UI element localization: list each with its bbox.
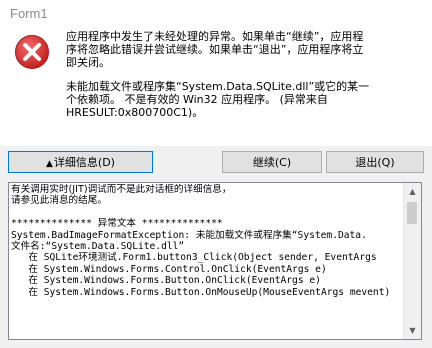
scroll-down-arrow-icon[interactable]: ▼ xyxy=(404,322,421,339)
message-line: 个依赖项。 不是有效的 Win32 应用程序。 (异常来自 xyxy=(66,93,328,106)
details-line: 在 System.Windows.Forms.Button.OnMouseUp(… xyxy=(11,286,391,298)
error-dialog-window: Form1 应用程序中发生了未经处理的异常。如果单击“继续”，应用程 序将忽略此… xyxy=(0,0,432,348)
details-line: 在 SQLite环境测试.Form1.button3_Click(Object … xyxy=(11,252,377,264)
error-icon xyxy=(15,35,49,69)
up-triangle-icon: ▲ xyxy=(46,159,53,169)
message-line: HRESULT:0x800700C1)。 xyxy=(66,106,204,119)
details-line: System.BadImageFormatException: 未能加载文件或程… xyxy=(11,229,367,241)
details-line: 在 System.Windows.Forms.Button.OnClick(Ev… xyxy=(11,275,321,287)
error-message-intro: 应用程序中发生了未经处理的异常。如果单击“继续”，应用程 序将忽略此错误并尝试继… xyxy=(66,30,363,69)
details-text[interactable]: 有关调用实时(JIT)调试而不是此对话框的详细信息， 请参见此消息的结尾。 **… xyxy=(11,184,403,339)
continue-button-label: 继续(C) xyxy=(252,156,292,169)
details-button-label: 详细信息(D) xyxy=(53,156,115,169)
details-line: ************** 异常文本 ************** xyxy=(11,218,223,230)
error-message-detail: 未能加载文件或程序集“System.Data.SQLite.dll”或它的某一 … xyxy=(66,80,369,119)
details-line: 请参见此消息的结尾。 xyxy=(11,195,107,207)
quit-button[interactable]: 退出(Q) xyxy=(326,151,424,173)
continue-button[interactable]: 继续(C) xyxy=(222,151,322,173)
quit-button-label: 退出(Q) xyxy=(355,156,395,169)
details-scrollbar[interactable]: ▲ ▼ xyxy=(403,183,421,339)
details-button[interactable]: ▲详细信息(D) xyxy=(8,151,153,173)
scroll-up-arrow-icon[interactable]: ▲ xyxy=(404,183,421,200)
details-textbox[interactable]: 有关调用实时(JIT)调试而不是此对话框的详细信息， 请参见此消息的结尾。 **… xyxy=(8,182,422,340)
details-line: 文件名:“System.Data.SQLite.dll” xyxy=(11,241,185,253)
scroll-thumb[interactable] xyxy=(407,202,417,224)
message-line: 未能加载文件或程序集“System.Data.SQLite.dll”或它的某一 xyxy=(66,80,370,93)
window-title: Form1 xyxy=(10,6,48,21)
details-line: 在 System.Windows.Forms.Control.OnClick(E… xyxy=(11,263,327,275)
message-line: 应用程序中发生了未经处理的异常。如果单击“继续”，应用程 xyxy=(66,30,364,43)
message-line: 序将忽略此错误并尝试继续。如果单击“退出”，应用程序将立 xyxy=(66,43,364,56)
message-line: 即关闭。 xyxy=(66,56,110,69)
title-bar[interactable]: Form1 xyxy=(0,0,432,28)
details-line: 有关调用实时(JIT)调试而不是此对话框的详细信息， xyxy=(11,184,232,195)
